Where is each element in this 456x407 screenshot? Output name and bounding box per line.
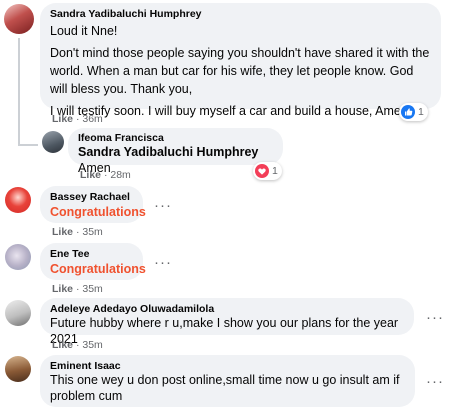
comment-paragraph: Loud it Nne! <box>50 24 118 38</box>
comment-author[interactable]: Ifeoma Francisca <box>78 132 273 144</box>
love-icon <box>255 164 269 178</box>
like-icon <box>401 105 415 119</box>
comment-time[interactable]: 28m <box>110 169 130 181</box>
comment-paragraph: I will testify soon. I will buy myself a… <box>50 104 408 118</box>
like-button[interactable]: Like <box>52 226 73 238</box>
comment-paragraph: Don't mind those people saying you shoul… <box>50 46 430 96</box>
comment-time[interactable]: 35m <box>82 226 102 238</box>
thread-connector <box>18 144 38 146</box>
comment-time[interactable]: 36m <box>82 113 102 125</box>
like-button[interactable]: Like <box>80 169 101 181</box>
thread-line <box>18 38 20 146</box>
comment-meta: Like · 35m <box>52 339 103 351</box>
avatar[interactable] <box>5 356 31 382</box>
comment-author[interactable]: Bassey Rachael <box>50 191 133 203</box>
like-button[interactable]: Like <box>52 283 73 295</box>
comment-author[interactable]: Eminent Isaac <box>50 360 405 372</box>
comment-bubble: Eminent Isaac This one wey u don post on… <box>40 355 415 407</box>
comment-text: This one wey u don post online,small tim… <box>50 373 400 403</box>
comment-author[interactable]: Sandra Yadibaluchi Humphrey <box>50 8 431 20</box>
more-options-button[interactable]: ··· <box>154 255 172 270</box>
avatar[interactable] <box>5 187 31 213</box>
comment-bubble: Adeleye Adedayo Oluwadamilola Future hub… <box>40 298 414 346</box>
comment-author[interactable]: Adeleye Adedayo Oluwadamilola <box>50 303 404 315</box>
reaction-count[interactable]: 1 <box>253 162 282 180</box>
comment-bubble: Sandra Yadibaluchi Humphrey Loud it Nne!… <box>40 3 441 118</box>
avatar[interactable] <box>4 4 34 34</box>
comment-bubble: Bassey Rachael Congratulations <box>40 186 146 223</box>
avatar[interactable] <box>42 131 64 153</box>
avatar[interactable] <box>5 244 31 270</box>
like-button[interactable]: Like <box>52 339 73 351</box>
more-options-button[interactable]: ··· <box>426 374 444 389</box>
comment-text: Congratulations <box>50 205 146 219</box>
comment-meta: Like · 35m <box>52 226 103 238</box>
like-button[interactable]: Like <box>52 113 73 125</box>
comment-time[interactable]: 35m <box>82 283 102 295</box>
comment-bubble: Ene Tee Congratulations <box>40 243 146 280</box>
comment-meta: Like · 35m <box>52 283 103 295</box>
comment-meta: Like · 28m <box>80 169 131 181</box>
mention-link[interactable]: Sandra Yadibaluchi Humphrey <box>78 145 258 159</box>
reaction-count[interactable]: 1 <box>399 103 428 121</box>
comment-text: Loud it Nne! Don't mind those people say… <box>50 22 431 120</box>
reply-bubble: Ifeoma Francisca Sandra Yadibaluchi Hump… <box>68 128 283 175</box>
reaction-count-value: 1 <box>272 165 278 177</box>
comment-time[interactable]: 35m <box>82 339 102 351</box>
comment-text: Future hubby where r u,make I show you o… <box>50 316 399 346</box>
more-options-button[interactable]: ··· <box>154 198 172 213</box>
comment-author[interactable]: Ene Tee <box>50 248 133 260</box>
avatar[interactable] <box>5 300 31 326</box>
comment-meta: Like · 36m <box>52 113 103 125</box>
reaction-count-value: 1 <box>418 106 424 118</box>
comment-text: Congratulations <box>50 262 146 276</box>
more-options-button[interactable]: ··· <box>426 310 444 325</box>
